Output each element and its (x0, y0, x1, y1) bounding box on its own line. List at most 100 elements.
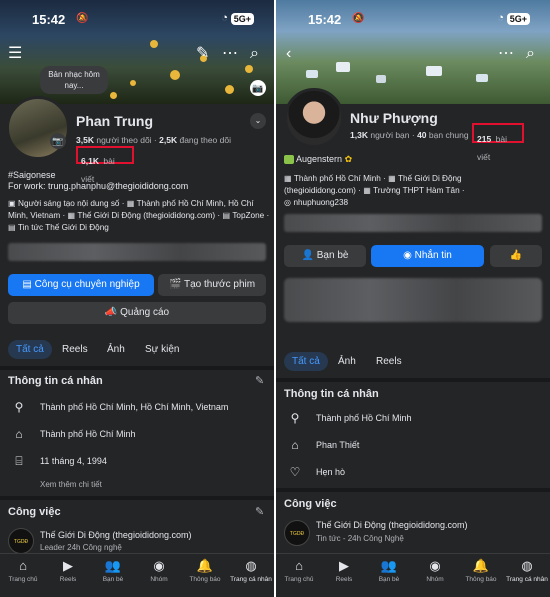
nav-reels[interactable]: ▶ Reels (45, 558, 91, 583)
divider (276, 488, 550, 492)
nav-reels[interactable]: ▶ Reels (321, 558, 367, 583)
nav-profile[interactable]: ◍ Trang cá nhân (228, 558, 274, 583)
company-logo-icon: TGDĐ (284, 520, 310, 546)
nav-home[interactable]: ⌂ Trang chủ (276, 558, 322, 583)
tab-photos[interactable]: Ảnh (338, 356, 356, 367)
status-time: 15:42 (32, 12, 66, 27)
network-badge: 5G+ (230, 13, 254, 25)
friends-button[interactable]: 👤 Bạn bè (284, 245, 366, 267)
bio: Augenstern ✿ (284, 154, 352, 165)
info-row-location: Thành phố Hồ Chí Minh (316, 413, 412, 423)
search-icon[interactable]: ⌕ (250, 46, 259, 62)
tab-reels[interactable]: Reels (62, 344, 88, 355)
divider (276, 378, 550, 382)
mute-bell-icon: 🔕 (352, 13, 365, 24)
tab-events[interactable]: Sự kiện (145, 344, 180, 355)
tab-all[interactable]: Tất cả (284, 352, 328, 371)
location-pin-icon: ⚲ (290, 411, 300, 425)
profile-tabs: Tất cả Reels Ảnh Sự kiện (0, 340, 274, 360)
tab-photos[interactable]: Ảnh (107, 344, 125, 355)
info-row-birthday: 11 tháng 4, 1994 (40, 456, 107, 466)
creator-icon: ▣ (8, 199, 16, 208)
status-time: 15:42 (308, 12, 342, 27)
nav-profile[interactable]: ◍ Trang cá nhân (504, 558, 550, 583)
profile-avatar-icon: ◍ (245, 558, 257, 573)
more-icon[interactable]: ⋯ (498, 46, 514, 62)
network-badge: 5G+ (506, 13, 530, 25)
bottom-nav: ⌂ Trang chủ ▶ Reels 👥 Bạn bè ◉ Nhóm 🔔 Thông b… (0, 553, 274, 597)
birthday-cake-icon: ⌸ (15, 454, 23, 468)
mute-bell-icon: 🔕 (76, 13, 89, 24)
blurred-content (284, 214, 542, 232)
bio-hashtag: #Saigonese (8, 170, 56, 180)
profile-name: Như Phượng (350, 110, 438, 126)
wifi-icon: ◔ (497, 12, 504, 24)
company-logo-icon: TGDĐ (8, 528, 34, 554)
like-button[interactable]: 👍 (490, 245, 542, 267)
heart-icon: ♡ (289, 465, 301, 479)
home-icon: ⌂ (291, 438, 299, 452)
music-bubble[interactable]: Bản nhạc hôm nay... (40, 66, 108, 94)
school-icon: ▦ (363, 186, 371, 195)
nav-groups[interactable]: ◉ Nhóm (136, 558, 182, 583)
work-subtitle: Tin tức - 24h Công Nghệ (316, 534, 404, 543)
message-button[interactable]: ◉ Nhắn tin (371, 245, 484, 267)
profile-details: ▦ Thành phố Hồ Chí Minh · ▦ Thế Giới Di … (284, 174, 465, 207)
sunflower-icon: ✿ (344, 154, 353, 164)
friends-icon: 👥 (104, 558, 122, 573)
blurred-content (284, 278, 542, 322)
create-reel-button[interactable]: 🎬 Tạo thước phim (158, 274, 266, 296)
posts-count-highlight: 215 bài viết (472, 123, 524, 162)
friends-icon: 👥 (380, 558, 398, 573)
page-icon: ▤ (8, 223, 16, 232)
blurred-content (8, 243, 266, 261)
see-more-link[interactable]: Xem thêm chi tiết (40, 480, 102, 489)
avatar[interactable] (6, 96, 70, 160)
follow-stats: 3,5K người theo dõi · 2,5K đang theo dõi (76, 135, 231, 145)
bio-email: For work: trung.phanphu@thegioididong.co… (8, 181, 189, 191)
home-icon: ⌂ (15, 427, 23, 441)
bell-icon: 🔔 (196, 558, 214, 573)
nav-friends[interactable]: 👥 Bạn bè (366, 558, 412, 583)
divider (0, 366, 274, 370)
groups-icon: ◉ (429, 558, 441, 573)
friend-stats: 1,3K người bạn · 40 bạn chung (350, 130, 469, 140)
more-icon[interactable]: ⋯ (222, 46, 238, 62)
nav-notifications[interactable]: 🔔 Thông báo (458, 558, 504, 583)
avatar[interactable] (284, 88, 344, 148)
avatar-camera-icon[interactable]: 📷 (50, 133, 66, 149)
profile-avatar-icon: ◍ (521, 558, 533, 573)
back-arrow-icon[interactable]: ‹ (286, 46, 291, 62)
work-heading: Công việc (8, 506, 61, 518)
status-bar: 15:42 🔕 ◔ 5G+ (276, 12, 550, 28)
menu-icon[interactable]: ☰ (8, 46, 22, 62)
tab-reels[interactable]: Reels (376, 356, 402, 367)
nav-groups[interactable]: ◉ Nhóm (412, 558, 458, 583)
profile-tabs: Tất cả Ảnh Reels (276, 352, 550, 372)
cover-camera-icon[interactable]: 📷 (250, 80, 266, 96)
work-icon: ▦ (67, 211, 76, 220)
work-title: Thế Giới Di Động (thegioididong.com) (40, 530, 192, 540)
tab-all[interactable]: Tất cả (8, 340, 52, 359)
edit-pencil-icon[interactable]: ✎ (255, 374, 264, 387)
nav-friends[interactable]: 👥 Bạn bè (90, 558, 136, 583)
professional-tools-button[interactable]: ▤ Công cụ chuyên nghiệp (8, 274, 154, 296)
chevron-down-icon[interactable]: ⌄ (250, 113, 266, 129)
search-icon[interactable]: ⌕ (526, 46, 535, 62)
location-icon: ▦ (126, 199, 135, 208)
edit-pencil-icon[interactable]: ✎ (255, 505, 264, 518)
home-icon: ⌂ (19, 558, 27, 573)
profile-details: ▣ Người sáng tạo nội dung số · ▦ Thành p… (8, 199, 270, 232)
work-heading: Công việc (284, 498, 337, 510)
nav-notifications[interactable]: 🔔 Thông báo (182, 558, 228, 583)
nav-home[interactable]: ⌂ Trang chủ (0, 558, 46, 583)
wifi-icon: ◔ (221, 12, 228, 24)
bottom-nav: ⌂ Trang chủ ▶ Reels 👥 Bạn bè ◉ Nhóm 🔔 Thông b… (276, 553, 550, 597)
divider (0, 496, 274, 500)
ads-button[interactable]: 📣 Quảng cáo (8, 302, 266, 324)
status-bar: 15:42 🔕 ◔ 5G+ (0, 12, 274, 28)
edit-pencil-icon[interactable]: ✎ (196, 46, 209, 62)
bell-icon: 🔔 (472, 558, 490, 573)
right-profile-screen: 15:42 🔕 ◔ 5G+ ‹ ⋯ ⌕ Như Phượng 1,3K ngườ… (276, 0, 550, 597)
info-row-location: Thành phố Hồ Chí Minh, Hồ Chí Minh, Viet… (40, 402, 229, 412)
